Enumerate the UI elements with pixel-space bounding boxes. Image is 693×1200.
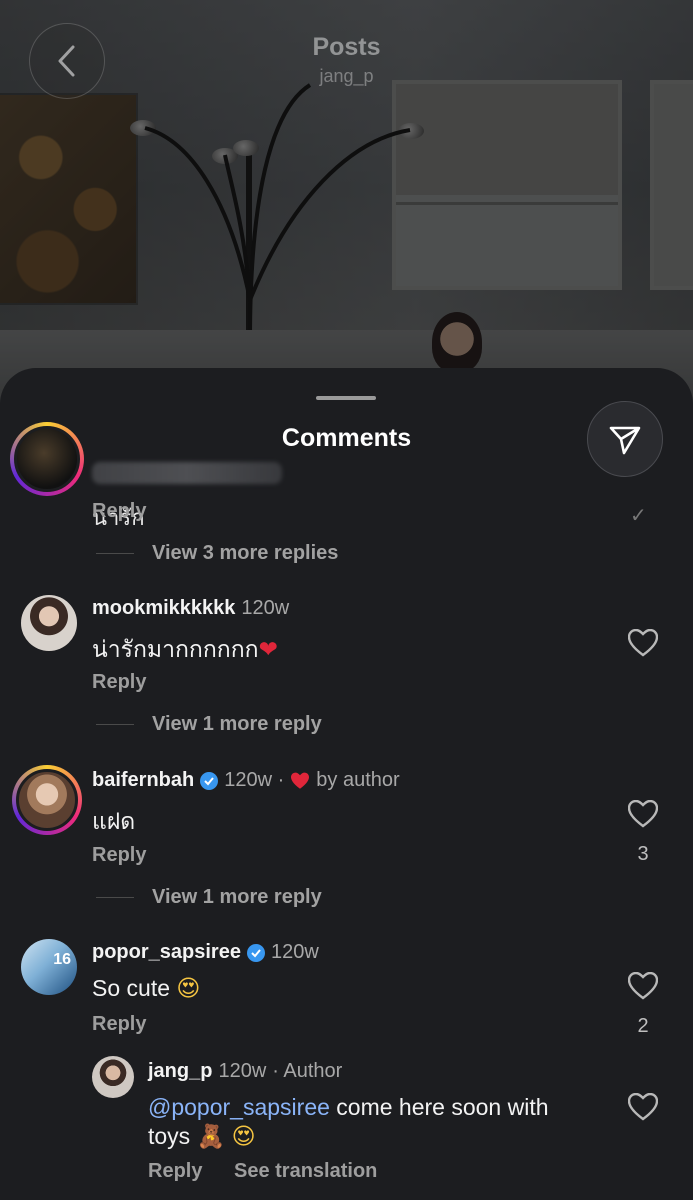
heart-eyes-emoji: 😍 [176, 976, 201, 1002]
comment-text: น่ารักมากกกกกก❤ [92, 632, 278, 668]
heart-icon[interactable]: ✓ [630, 503, 647, 528]
comment-text: So cute 😍 [92, 975, 200, 1002]
heart-icon [628, 800, 658, 828]
blurred-username [92, 462, 282, 484]
reply-button[interactable]: Reply [92, 1013, 146, 1036]
view-more-replies[interactable]: View 1 more reply [96, 886, 322, 909]
like-count: 2 [637, 1015, 649, 1037]
avatar[interactable] [21, 595, 77, 651]
reply-text-body-2: toys [148, 1123, 191, 1149]
view-more-label: View 1 more reply [152, 713, 322, 735]
drag-handle[interactable] [316, 396, 376, 400]
heart-icon [628, 972, 658, 1000]
heart-icon [628, 629, 658, 657]
view-more-replies[interactable]: View 1 more reply [96, 713, 322, 736]
heart-eyes-emoji: 😍 [231, 1124, 256, 1150]
comment-text-body: น่ารักมากกกกกก [92, 636, 259, 662]
avatar[interactable] [12, 765, 82, 835]
comment-text-body: So cute [92, 975, 170, 1001]
reply-header: jang_p 120w · Author [148, 1060, 342, 1083]
view-more-replies[interactable]: View 3 more replies [96, 542, 338, 565]
comment-time: 120w · [224, 769, 285, 791]
avatar[interactable]: 16 [21, 939, 77, 995]
author-badge: · Author [272, 1060, 343, 1082]
like-count: 3 [637, 843, 649, 865]
page-subtitle-username[interactable]: jang_p [0, 66, 693, 87]
divider [96, 896, 134, 899]
avatar[interactable] [92, 1056, 134, 1098]
comment-username[interactable]: baifernbah [92, 769, 194, 792]
reply-text: @popor_sapsiree come here soon with toys… [148, 1093, 618, 1152]
reply-username[interactable]: jang_p [148, 1060, 212, 1083]
mention-link[interactable]: @popor_sapsiree [148, 1094, 330, 1120]
comments-sheet: น่ารัก ✓ Comments Reply View 3 more repl… [0, 368, 693, 1200]
reply-time: 120w [218, 1060, 267, 1082]
like-button[interactable] [627, 1092, 659, 1122]
verified-badge-icon [200, 771, 219, 790]
heart-icon [628, 1093, 658, 1121]
send-icon [609, 426, 641, 455]
comment-header: mookmikkkkkk 120w [92, 597, 289, 620]
comment-username[interactable]: popor_sapsiree [92, 941, 241, 964]
author-liked-heart-icon [291, 772, 310, 789]
view-more-label: View 1 more reply [152, 886, 322, 908]
share-button[interactable] [587, 401, 663, 477]
view-more-label: View 3 more replies [152, 542, 339, 564]
red-heart-emoji: ❤ [258, 637, 278, 663]
like-button[interactable] [627, 799, 659, 829]
liked-by-author-label: by author [316, 769, 400, 791]
top-bar: Posts jang_p [0, 0, 693, 110]
see-translation-link[interactable]: See translation [234, 1160, 377, 1183]
comment-time: 120w [241, 597, 290, 619]
divider [96, 723, 134, 726]
teddy-bear-emoji: 🧸 [196, 1124, 226, 1150]
like-button[interactable] [627, 971, 659, 1001]
like-button[interactable] [627, 628, 659, 658]
comment-text: แฝด [92, 808, 136, 834]
reply-button[interactable]: Reply [92, 500, 146, 523]
reply-button[interactable]: Reply [148, 1160, 202, 1183]
divider [96, 552, 134, 555]
comment-username[interactable]: mookmikkkkkk [92, 597, 235, 620]
reply-button[interactable]: Reply [92, 671, 146, 694]
verified-badge-icon [246, 943, 265, 962]
reply-text-body: come here soon with [336, 1094, 549, 1120]
comment-header: popor_sapsiree 120w [92, 941, 319, 964]
comment-time: 120w [270, 941, 319, 963]
comment-header: baifernbah 120w · by author [92, 769, 400, 792]
reply-button[interactable]: Reply [92, 844, 146, 867]
page-title: Posts [312, 33, 381, 61]
